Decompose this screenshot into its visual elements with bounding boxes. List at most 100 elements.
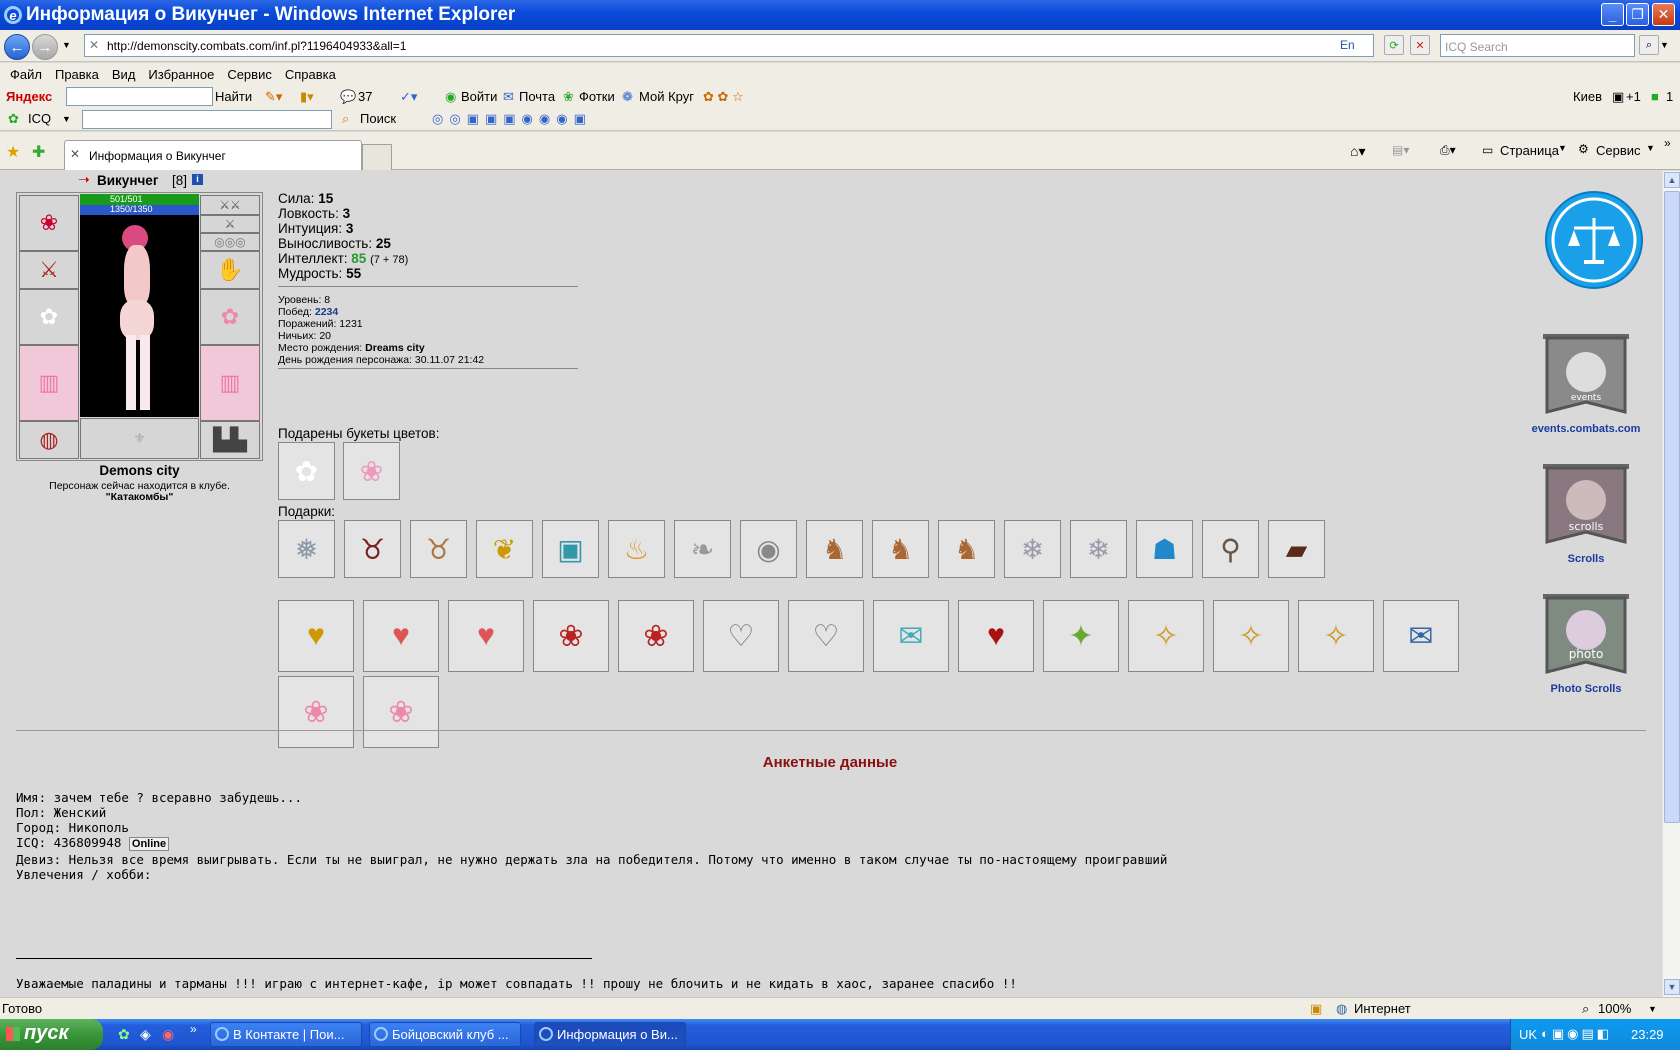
gift-item[interactable]: ❀	[533, 600, 609, 672]
slot-legs[interactable]: ▥	[200, 345, 260, 421]
scales-icon[interactable]	[1542, 188, 1646, 292]
gift-item[interactable]: ❄	[1004, 520, 1061, 578]
gift-item[interactable]: ✉	[1383, 600, 1459, 672]
gift-item[interactable]: ♉	[410, 520, 467, 578]
zoom-dropdown-icon[interactable]: ▼	[1648, 1004, 1657, 1014]
gift-item[interactable]: ❀	[363, 676, 439, 748]
search-go-icon[interactable]: ⌕	[1639, 35, 1659, 55]
yandex-find-button[interactable]: Найти	[215, 89, 252, 104]
history-dropdown-icon[interactable]: ▼	[62, 40, 71, 50]
menu-edit[interactable]: Правка	[55, 67, 99, 82]
taskbar-item-info[interactable]: Информация о Ви...	[534, 1022, 686, 1047]
search-options-icon[interactable]: ▼	[1660, 40, 1669, 50]
mail-icon[interactable]: ✉	[503, 89, 514, 105]
scroll-down-icon[interactable]: ▼	[1664, 979, 1680, 995]
photo-scrolls-link[interactable]: Photo Scrolls	[1520, 683, 1652, 695]
gift-item[interactable]: ⚲	[1202, 520, 1259, 578]
gift-item[interactable]: ♉	[344, 520, 401, 578]
flower-bouquet-pink[interactable]: ❀	[343, 442, 400, 500]
events-link[interactable]: events.combats.com	[1520, 423, 1652, 435]
gift-item[interactable]: ✦	[1043, 600, 1119, 672]
page-dropdown-icon[interactable]: ▼	[1558, 143, 1567, 153]
gift-item[interactable]: ❄	[1070, 520, 1127, 578]
info-icon[interactable]: i	[192, 174, 203, 185]
tools-menu[interactable]: Сервис	[1596, 143, 1641, 158]
quicklaunch-opera-icon[interactable]: ◉	[162, 1026, 174, 1043]
messages-count[interactable]: 1	[1666, 89, 1673, 104]
slot-helmet[interactable]: ❀	[19, 195, 79, 251]
temperature[interactable]: +1	[1626, 89, 1641, 104]
gift-item[interactable]: ❅	[278, 520, 335, 578]
scrolls-banner-icon[interactable]: scrolls	[1535, 458, 1637, 558]
extra-icons[interactable]: ✿ ✿ ☆	[703, 89, 744, 105]
gift-item[interactable]: ♞	[938, 520, 995, 578]
gift-item[interactable]: ✉	[873, 600, 949, 672]
maximize-button[interactable]: ❐	[1626, 3, 1649, 26]
gift-item[interactable]: ▣	[542, 520, 599, 578]
quicklaunch-more-icon[interactable]: »	[190, 1022, 197, 1036]
tools-dropdown-icon[interactable]: ▼	[1646, 143, 1655, 153]
taskbar-item-vkontakte[interactable]: В Контакте | Пои...	[210, 1022, 362, 1047]
slot-armor[interactable]: ▥	[19, 345, 79, 421]
slot-rings[interactable]: ◎◎◎	[200, 233, 260, 251]
mail-button[interactable]: Почта	[519, 89, 555, 104]
gift-item[interactable]: ♨	[608, 520, 665, 578]
close-button[interactable]: ✕	[1652, 3, 1675, 26]
photos-icon[interactable]: ❀	[563, 89, 574, 105]
slot-necklace[interactable]: ⚔	[200, 215, 260, 233]
keyboard-language[interactable]: UK	[1519, 1027, 1537, 1042]
city-label[interactable]: Киев	[1573, 89, 1602, 104]
scrolls-link[interactable]: Scrolls	[1520, 553, 1652, 565]
gift-item[interactable]: ♥	[363, 600, 439, 672]
photo-scrolls-banner-icon[interactable]: photo	[1535, 588, 1637, 688]
menu-file[interactable]: Файл	[10, 67, 42, 82]
gift-item[interactable]: ♞	[872, 520, 929, 578]
gift-item[interactable]: ▰	[1268, 520, 1325, 578]
scroll-up-icon[interactable]: ▲	[1664, 172, 1680, 188]
scroll-thumb[interactable]	[1664, 191, 1680, 823]
back-button[interactable]: ←	[4, 34, 30, 60]
photos-button[interactable]: Фотки	[579, 89, 615, 104]
menu-view[interactable]: Вид	[112, 67, 136, 82]
slot-gloves[interactable]: ✋	[200, 251, 260, 289]
menu-favorites[interactable]: Избранное	[148, 67, 214, 82]
gift-item[interactable]: ✧	[1298, 600, 1374, 672]
forward-button[interactable]: →	[32, 34, 58, 60]
gift-item[interactable]: ♥	[958, 600, 1034, 672]
gift-item[interactable]: ♞	[806, 520, 863, 578]
gift-item[interactable]: ☗	[1136, 520, 1193, 578]
gift-item[interactable]: ♥	[448, 600, 524, 672]
quicklaunch-icq-icon[interactable]: ✿	[118, 1026, 130, 1043]
chevron-more-icon[interactable]: »	[1664, 136, 1671, 150]
icq-search-button[interactable]: Поиск	[360, 111, 396, 126]
home-icon[interactable]: ⌂▾	[1350, 143, 1365, 160]
url-input[interactable]: ✕ http://demonscity.combats.com/inf.pl?1…	[84, 34, 1374, 57]
gift-item[interactable]: ❧	[674, 520, 731, 578]
my-circle-button[interactable]: Мой Круг	[639, 89, 694, 104]
gift-item[interactable]: ✧	[1128, 600, 1204, 672]
login-button[interactable]: Войти	[461, 89, 497, 104]
icq-status-badge[interactable]: Online	[128, 837, 170, 851]
tray-icons[interactable]: ◐▣◉▤◧	[1541, 1026, 1612, 1042]
clock[interactable]: 23:29	[1631, 1027, 1664, 1042]
icq-tool-icons[interactable]: ◎◎▣▣▣◉◉◉▣	[432, 111, 592, 127]
comments-icon[interactable]: 💬	[340, 89, 356, 105]
events-banner-icon[interactable]: events	[1535, 328, 1637, 428]
gift-item[interactable]: ♡	[788, 600, 864, 672]
gift-item[interactable]: ✧	[1213, 600, 1289, 672]
vertical-scrollbar[interactable]: ▲ ▼	[1662, 171, 1680, 997]
refresh-icon[interactable]: ⟳	[1384, 35, 1404, 55]
icq-search-input[interactable]	[82, 110, 332, 129]
new-tab-button[interactable]	[362, 144, 392, 170]
gift-item[interactable]: ❀	[278, 676, 354, 748]
slot-boots[interactable]: ▙▙	[200, 421, 260, 459]
gift-item[interactable]: ❦	[476, 520, 533, 578]
icq-menu[interactable]: ICQ	[28, 111, 51, 126]
comments-count[interactable]: 37	[358, 89, 372, 104]
page-menu[interactable]: Страница	[1500, 143, 1559, 158]
icq-dropdown-icon[interactable]: ▼	[62, 114, 71, 124]
pencil-icon[interactable]: ✎▾	[265, 89, 282, 105]
minimize-button[interactable]: _	[1601, 3, 1624, 26]
menu-tools[interactable]: Сервис	[227, 67, 272, 82]
gift-item[interactable]: ◉	[740, 520, 797, 578]
